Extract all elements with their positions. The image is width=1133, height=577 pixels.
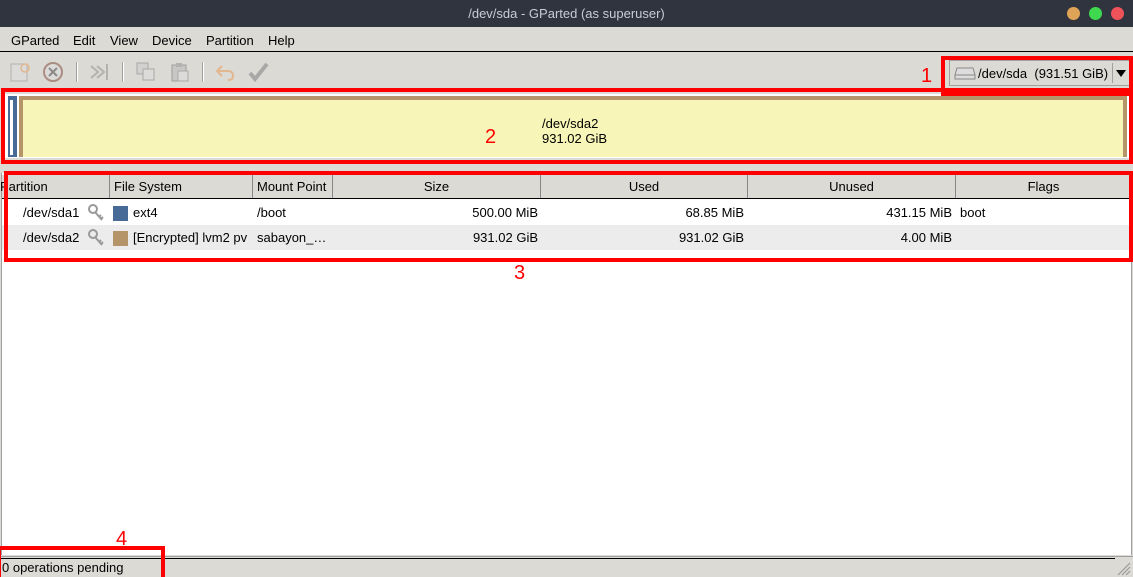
annotation-box-3: [4, 171, 1133, 262]
new-partition-icon[interactable]: [9, 61, 31, 83]
undo-icon[interactable]: [214, 61, 236, 83]
status-bar: 0 operations pending: [0, 556, 1133, 577]
menu-bar: GParted Edit View Device Partition Help: [0, 27, 1133, 52]
window-title: /dev/sda - GParted (as superuser): [468, 6, 665, 21]
maximize-button[interactable]: [1089, 7, 1102, 20]
annotation-box-4: [0, 546, 165, 577]
toolbar-separator: [122, 62, 124, 82]
toolbar-separator: [202, 62, 204, 82]
toolbar-separator: [76, 62, 78, 82]
delete-icon[interactable]: [42, 61, 64, 83]
resize-move-icon[interactable]: [88, 61, 110, 83]
annotation-label-1: 1: [921, 65, 933, 87]
copy-icon[interactable]: [135, 61, 157, 83]
menu-view[interactable]: View: [110, 33, 138, 48]
menu-partition[interactable]: Partition: [206, 33, 254, 48]
menu-help[interactable]: Help: [268, 33, 295, 48]
menu-device[interactable]: Device: [152, 33, 192, 48]
title-bar: /dev/sda - GParted (as superuser): [0, 0, 1133, 27]
annotation-label-2: 2: [485, 126, 497, 148]
close-button[interactable]: [1111, 7, 1124, 20]
apply-icon[interactable]: [247, 61, 269, 83]
resize-grip-icon[interactable]: [1115, 560, 1131, 576]
menu-gparted[interactable]: GParted: [11, 33, 59, 48]
annotation-box-2: [1, 88, 1133, 164]
menu-edit[interactable]: Edit: [73, 33, 95, 48]
annotation-label-3: 3: [514, 262, 526, 284]
annotation-label-4: 4: [116, 528, 128, 550]
paste-icon[interactable]: [169, 61, 191, 83]
minimize-button[interactable]: [1067, 7, 1080, 20]
